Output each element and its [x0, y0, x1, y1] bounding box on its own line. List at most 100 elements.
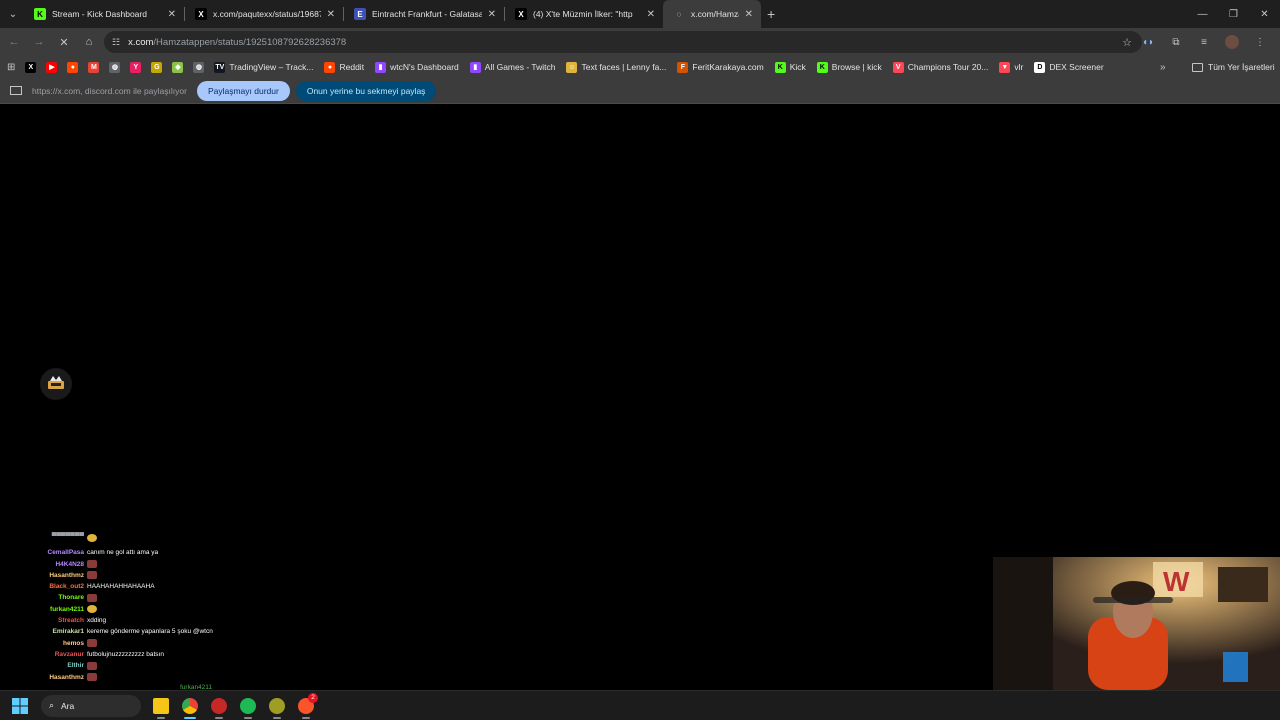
close-tab-icon[interactable]: ✕	[488, 9, 496, 20]
site-icon: E	[354, 8, 366, 20]
screen-share-bar: https://x.com, discord.com ile paylaşılı…	[0, 78, 1280, 104]
tab-title: Eintracht Frankfurt - Galatasara	[372, 9, 482, 19]
bookmark-18[interactable]: ▼ vlr	[994, 56, 1029, 78]
search-icon: ⌕	[49, 699, 55, 710]
bookmark-0[interactable]: X	[20, 56, 41, 78]
bookmark-label: vlr	[1014, 62, 1024, 72]
extensions-icon[interactable]: ⧉	[1162, 30, 1190, 54]
chat-username: Thonare	[58, 594, 84, 602]
chat-text	[87, 660, 97, 671]
loading-icon: ◌	[673, 8, 685, 20]
tab-search-chevron-icon[interactable]: ⌄	[2, 3, 24, 25]
start-button[interactable]	[6, 692, 34, 720]
chat-emote-icon	[87, 559, 97, 568]
maximize-button[interactable]: ❐	[1218, 0, 1249, 28]
running-indicator	[244, 716, 252, 719]
tab-3[interactable]: X (4) X'te Müzmin İlker: "http ✕	[505, 0, 663, 28]
url-path: /Hamzatappen/status/1925108792628236378	[153, 36, 347, 48]
bookmark-8[interactable]: ◍	[188, 56, 209, 78]
bookmark-17[interactable]: V Champions Tour 20...	[888, 56, 995, 78]
close-tab-icon[interactable]: ✕	[745, 9, 753, 20]
media-app-taskbar-button[interactable]	[205, 692, 233, 720]
tab-0[interactable]: K Stream - Kick Dashboard ✕	[24, 0, 184, 28]
browser-toolbar: ← → ✕ ⌂ ☷ x.com/Hamzatappen/status/19251…	[0, 28, 1280, 56]
bookmark-3[interactable]: M	[83, 56, 104, 78]
file-explorer-taskbar-button[interactable]	[147, 692, 175, 720]
running-indicator	[302, 716, 310, 719]
home-button[interactable]: ⌂	[77, 30, 101, 54]
profile-avatar[interactable]	[1225, 35, 1239, 49]
bookmark-11[interactable]: ▮ wtcN's Dashboard	[370, 56, 465, 78]
bookmarks-overflow-button[interactable]: »	[1160, 56, 1166, 78]
bookmark-4[interactable]: ◍	[104, 56, 125, 78]
app-taskbar-button[interactable]	[263, 692, 291, 720]
bookmark-label: Reddit	[339, 62, 365, 72]
close-tab-icon[interactable]: ✕	[647, 9, 655, 20]
stop-sharing-button[interactable]: Paylaşmayı durdur	[196, 80, 290, 101]
kick-icon: K	[774, 61, 786, 73]
tab-title: x.com/Hamzatap	[691, 9, 739, 19]
bookmark-9[interactable]: TV TradingView – Track...	[209, 56, 319, 78]
share-this-tab-button[interactable]: Onun yerine bu sekmeyi paylaş	[295, 80, 437, 101]
chrome-taskbar-button[interactable]	[176, 692, 204, 720]
tab-title: Stream - Kick Dashboard	[52, 9, 147, 19]
new-tab-button[interactable]: +	[767, 6, 775, 22]
bookmark-14[interactable]: F FeritKarakaya.com	[672, 56, 769, 78]
apps-grid-icon[interactable]: ⊞	[0, 56, 20, 78]
kick-icon: K	[816, 61, 828, 73]
chat-username: Ravzanur	[54, 650, 84, 658]
bookmark-19[interactable]: D DEX Screener	[1029, 56, 1109, 78]
spotify-icon	[240, 697, 256, 714]
chat-text	[87, 604, 97, 615]
chat-text: xdding	[87, 617, 107, 625]
globe-icon: ◍	[109, 61, 121, 73]
close-tab-icon[interactable]: ✕	[168, 9, 176, 20]
reddit-icon: ●	[324, 61, 336, 73]
chat-message: Streatch xdding	[0, 615, 260, 626]
chat-username: Elthir	[67, 662, 84, 670]
tab-4[interactable]: ◌ x.com/Hamzatap ✕	[663, 0, 761, 28]
menu-icon[interactable]: ⋮	[1246, 30, 1274, 54]
face-icon: ☺	[566, 61, 578, 73]
chat-emote-icon	[87, 571, 97, 580]
bookmark-label: DEX Screener	[1049, 62, 1104, 72]
bookmark-label: Kick	[789, 62, 806, 72]
bookmark-star-icon[interactable]: ☆	[1122, 36, 1132, 49]
stop-loading-button[interactable]: ✕	[52, 30, 76, 54]
running-indicator	[273, 716, 281, 719]
bookmark-16[interactable]: K Browse | kick	[812, 56, 888, 78]
site-info-icon[interactable]: ☷	[112, 37, 120, 48]
cast-icon[interactable]: ◖◗	[1134, 30, 1162, 54]
all-bookmarks-button[interactable]: Tüm Yer İşaretleri	[1192, 56, 1275, 78]
g-icon: G	[151, 61, 163, 73]
minimize-button[interactable]: —	[1187, 0, 1218, 28]
bookmark-1[interactable]: ▶	[41, 56, 62, 78]
bookmark-label: FeritKarakaya.com	[692, 62, 764, 72]
close-tab-icon[interactable]: ✕	[327, 9, 335, 20]
address-bar[interactable]: ☷ x.com/Hamzatappen/status/1925108792628…	[104, 31, 1142, 53]
brave-taskbar-button[interactable]: 2	[292, 692, 320, 720]
bookmark-13[interactable]: ☺ Text faces | Lenny fa...	[561, 56, 672, 78]
forward-button[interactable]: →	[27, 30, 51, 54]
tab-1[interactable]: Xx.com/paqutexx/status/196878 ✕	[185, 0, 343, 28]
vlr-icon: ▼	[999, 61, 1011, 73]
media-control-icon[interactable]: ≡	[1190, 30, 1218, 54]
spotify-taskbar-button[interactable]	[234, 692, 262, 720]
close-window-button[interactable]: ✕	[1249, 0, 1280, 28]
bookmark-5[interactable]: Y	[125, 56, 146, 78]
tab-title: x.com/paqutexx/status/196878	[213, 9, 321, 19]
bookmark-label: Text faces | Lenny fa...	[581, 62, 667, 72]
x-icon: X	[195, 8, 207, 20]
back-button[interactable]: ←	[2, 30, 26, 54]
bookmark-6[interactable]: G	[146, 56, 167, 78]
chat-text: futbolujnuzzzzzzzzz batsın	[87, 650, 164, 658]
tab-2[interactable]: E Eintracht Frankfurt - Galatasara ✕	[344, 0, 504, 28]
bookmark-12[interactable]: ▮ All Games - Twitch	[465, 56, 562, 78]
bookmark-10[interactable]: ● Reddit	[319, 56, 370, 78]
taskbar-search[interactable]: ⌕ Ara	[41, 694, 141, 717]
chat-message: Black_out2 HAAHAHAHHAHAAHA	[0, 581, 260, 592]
all-bookmarks-label: Tüm Yer İşaretleri	[1208, 62, 1275, 72]
bookmark-7[interactable]: ◆	[167, 56, 188, 78]
bookmark-2[interactable]: ●	[62, 56, 83, 78]
bookmark-15[interactable]: K Kick	[770, 56, 812, 78]
